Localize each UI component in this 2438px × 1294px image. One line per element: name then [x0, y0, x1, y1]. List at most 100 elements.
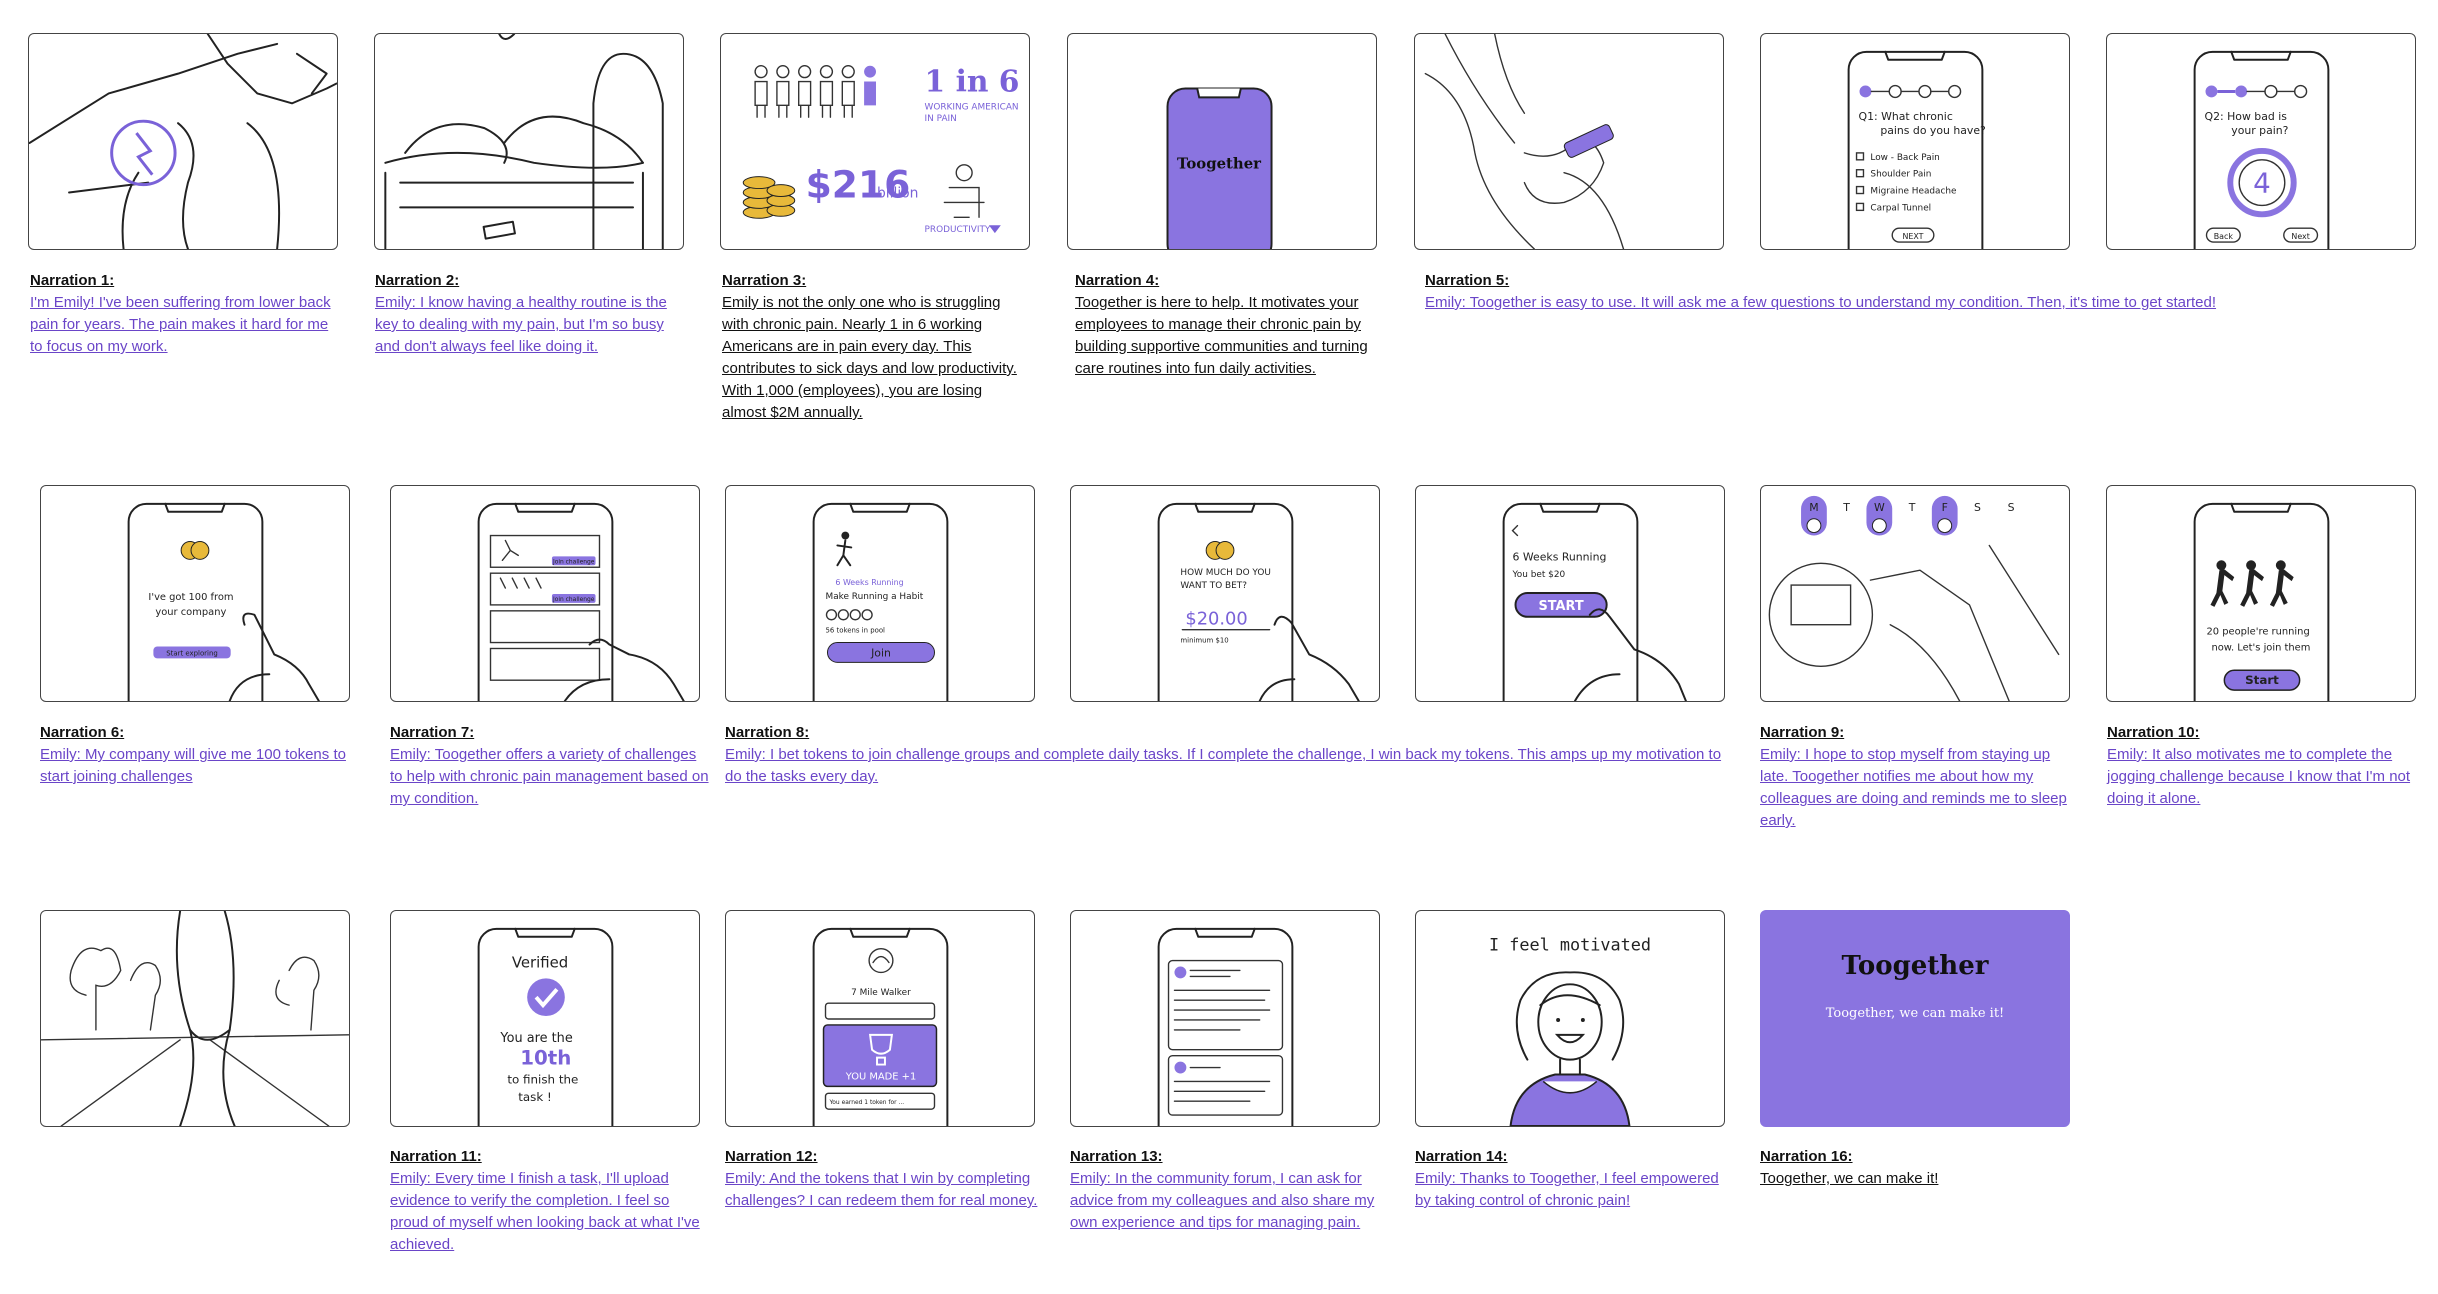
money-unit: billion	[877, 185, 918, 201]
day-m: M	[1809, 501, 1818, 514]
storyboard-frame-8: I've got 100 from your company Start exp…	[40, 485, 350, 702]
narration-text: Toogether is here to help. It motivates …	[1075, 294, 1368, 377]
storyboard-frame-2	[374, 33, 684, 250]
storyboard-frame-18	[1070, 910, 1380, 1127]
start-exploring-button: Start exploring	[166, 649, 217, 657]
narration-3-caption: Narration 3: Emily is not the only one w…	[722, 270, 1027, 424]
storyboard-frame-5	[1414, 33, 1724, 250]
join-challenge-tag: Join challenge	[552, 558, 595, 565]
narration-text: Emily is not the only one who is struggl…	[722, 294, 1017, 421]
tagline: Toogether, we can make it!	[1825, 1006, 2005, 1021]
bet-question-2: WANT TO BET?	[1180, 581, 1247, 591]
narration-title: Narration 12:	[725, 1148, 818, 1165]
narration-text: Emily: And the tokens that I win by comp…	[725, 1170, 1038, 1209]
option-1: Low - Back Pain	[1870, 153, 1939, 163]
pain-level-value: 4	[2253, 167, 2271, 200]
rank-line-3: task !	[518, 1090, 552, 1104]
toogether-logo: Toogether	[1177, 155, 1261, 173]
narration-title: Narration 3:	[722, 272, 807, 289]
storyboard-frame-17: 7 Mile Walker YOU MADE +1 You earned 1 t…	[725, 910, 1035, 1127]
rank-line-2: to finish the	[507, 1072, 578, 1086]
narration-title: Narration 4:	[1075, 272, 1160, 289]
question-line-2: pains do you have?	[1880, 124, 1986, 137]
you-made-label: YOU MADE +1	[845, 1071, 917, 1082]
narration-title: Narration 9:	[1760, 724, 1845, 741]
storyboard-frame-16: Verified You are the 10th to finish the …	[390, 910, 700, 1127]
day-s2: S	[2008, 501, 2015, 514]
storyboard-frame-11: HOW MUCH DO YOU WANT TO BET? $20.00 mini…	[1070, 485, 1380, 702]
storyboard-frame-1	[28, 33, 338, 250]
rank-value: 10th	[520, 1047, 571, 1070]
narration-10-caption: Narration 10: Emily: It also motivates m…	[2107, 722, 2427, 810]
narration-text: Emily: I bet tokens to join challenge gr…	[725, 746, 1722, 785]
productivity-label: PRODUCTIVITY	[925, 225, 991, 235]
storyboard-frame-19: I feel motivated	[1415, 910, 1725, 1127]
option-2: Shoulder Pain	[1870, 170, 1931, 180]
narration-text: Emily: Every time I finish a task, I'll …	[390, 1170, 700, 1253]
bet-question-1: HOW MUCH DO YOU	[1180, 568, 1270, 578]
toogether-logo: Toogether	[1841, 951, 1989, 981]
narration-title: Narration 11:	[390, 1148, 482, 1165]
storyboard-frame-15	[40, 910, 350, 1127]
join-button: Join	[870, 646, 891, 659]
option-3: Migraine Headache	[1870, 187, 1956, 197]
narration-title: Narration 5:	[1425, 272, 1510, 289]
tokens-line-1: I've got 100 from	[148, 592, 233, 603]
narration-16-caption: Narration 16: Toogether, we can make it!	[1760, 1146, 2080, 1190]
narration-8-caption: Narration 8: Emily: I bet tokens to join…	[725, 722, 1725, 788]
tokens-in-pool: 56 tokens in pool	[826, 627, 886, 635]
option-4: Carpal Tunnel	[1870, 203, 1931, 213]
storyboard-frame-14: 20 people're running now. Let's join the…	[2106, 485, 2416, 702]
storyboard-frame-10: 6 Weeks Running Make Running a Habit 56 …	[725, 485, 1035, 702]
stat-sub-1: WORKING AMERICAN	[925, 102, 1019, 112]
narration-title: Narration 7:	[390, 724, 475, 741]
narration-text: Emily: Toogether offers a variety of cha…	[390, 746, 709, 807]
storyboard-frame-13: M T W T F S S	[1760, 485, 2070, 702]
next-button: Next	[2291, 232, 2309, 241]
storyboard-frame-9: Join challenge Join challenge	[390, 485, 700, 702]
narration-9-caption: Narration 9: Emily: I hope to stop mysel…	[1760, 722, 2070, 832]
question-line-1: Q1: What chronic	[1859, 110, 1953, 123]
storyboard-frame-20: Toogether Toogether, we can make it!	[1760, 910, 2070, 1127]
storyboard-frame-4: Toogether	[1067, 33, 1377, 250]
day-t: T	[1842, 501, 1850, 514]
minimum-bet: minimum $10	[1180, 637, 1228, 645]
narration-text: Toogether, we can make it!	[1760, 1170, 1939, 1187]
narration-text: I'm Emily! I've been suffering from lowe…	[30, 294, 331, 355]
narration-text: Emily: I know having a healthy routine i…	[375, 294, 667, 355]
narration-7-caption: Narration 7: Emily: Toogether offers a v…	[390, 722, 710, 810]
narration-1-caption: Narration 1: I'm Emily! I've been suffer…	[30, 270, 340, 358]
next-button: NEXT	[1903, 232, 1924, 241]
runners-line-2: now. Let's join them	[2211, 642, 2310, 653]
start-button: Start	[2245, 673, 2279, 687]
storyboard-frame-6: Q1: What chronic pains do you have? Low …	[1760, 33, 2070, 250]
narration-title: Narration 2:	[375, 272, 460, 289]
narration-title: Narration 1:	[30, 272, 115, 289]
narration-4-caption: Narration 4: Toogether is here to help. …	[1075, 270, 1385, 380]
narration-title: Narration 6:	[40, 724, 125, 741]
earned-note: You earned 1 token for ...	[828, 1099, 904, 1106]
narration-text: Emily: I hope to stop myself from stayin…	[1760, 746, 2067, 829]
narration-5-caption: Narration 5: Emily: Toogether is easy to…	[1425, 270, 2325, 314]
narration-text: Emily: In the community forum, I can ask…	[1070, 1170, 1375, 1231]
stat-ratio: 1 in 6	[925, 64, 1020, 99]
storyboard-frame-3: 1 in 6 WORKING AMERICAN IN PAIN $216 bil…	[720, 33, 1030, 250]
bet-amount: $20.00	[1185, 609, 1247, 630]
narration-13-caption: Narration 13: Emily: In the community fo…	[1070, 1146, 1390, 1234]
day-s: S	[1974, 501, 1981, 514]
narration-6-caption: Narration 6: Emily: My company will give…	[40, 722, 360, 788]
narration-text: Emily: Thanks to Toogether, I feel empow…	[1415, 1170, 1719, 1209]
stat-sub-2: IN PAIN	[925, 114, 957, 124]
narration-12-caption: Narration 12: Emily: And the tokens that…	[725, 1146, 1045, 1212]
day-w: W	[1874, 501, 1885, 514]
join-challenge-tag-2: Join challenge	[552, 596, 595, 603]
question-line-1: Q2: How bad is	[2205, 110, 2288, 123]
question-line-2: your pain?	[2231, 124, 2288, 137]
tokens-line-2: your company	[155, 607, 226, 618]
verified-label: Verified	[512, 953, 568, 971]
challenge-title: 6 Weeks Running	[1513, 550, 1607, 563]
bet-summary: You bet $20	[1512, 570, 1566, 580]
narration-title: Narration 10:	[2107, 724, 2200, 741]
start-button: START	[1539, 599, 1584, 614]
narration-title: Narration 8:	[725, 724, 810, 741]
